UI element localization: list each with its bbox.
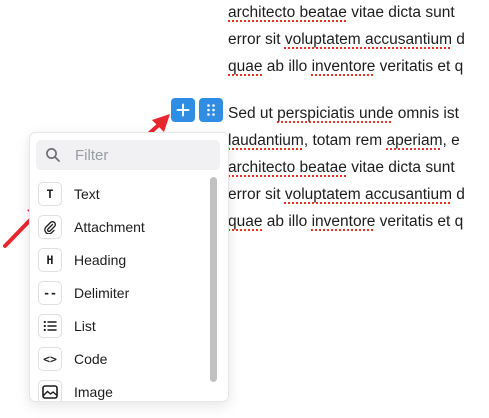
code-icon: <> [38,346,62,371]
paragraph-line: architecto beatae vitae dicta sunt [228,154,489,181]
misspelled-word: inventore [311,58,376,75]
paragraph-line: laudantium, totam rem aperiam, e [228,127,489,154]
text-run: d [451,186,465,203]
misspelled-word: perspiciatis unde [277,105,394,122]
text-run: omnis ist [393,105,459,122]
block-type-menu: T Text Attachment H Heading -- Delimiter [29,132,229,402]
add-block-button[interactable] [171,98,195,122]
text-run: error sit [228,186,285,203]
text-run: ab illo [262,213,312,230]
menu-scrollbar[interactable] [210,177,218,387]
menu-item-label: Image [74,383,113,400]
editor-canvas: architecto beatae vitae dicta sunt error … [0,0,489,418]
text-icon: T [38,181,62,206]
text-run: , e [442,132,460,149]
misspelled-word: architecto beatae [228,4,347,21]
text-run: , totam rem [303,132,387,149]
text-run: vitae dicta sunt [346,159,455,176]
misspelled-word: laudantium [228,132,304,149]
editor-paragraph[interactable]: architecto beatae vitae dicta sunt error … [228,0,489,80]
plus-icon [176,103,190,117]
menu-list: T Text Attachment H Heading -- Delimiter [36,177,208,401]
menu-item-text[interactable]: T Text [36,177,208,210]
list-icon [38,313,62,338]
editor-paragraph[interactable]: Sed ut perspiciatis unde omnis ist laudan… [228,100,489,235]
text-run: veritatis et q [375,58,464,75]
paperclip-icon [38,214,62,239]
paragraph-line: architecto beatae vitae dicta sunt [228,0,489,26]
drag-handle-button[interactable] [199,98,223,122]
menu-item-label: Code [74,350,108,367]
menu-item-label: Attachment [74,218,145,235]
drag-handle-icon [207,104,215,116]
misspelled-word: quae [228,213,263,230]
text-run: vitae dicta sunt [346,4,455,21]
text-run: ab illo [262,58,312,75]
misspelled-word: inventore [311,213,376,230]
image-icon [38,379,62,401]
paragraph-line: error sit voluptatem accusantium d [228,181,489,208]
menu-item-code[interactable]: <> Code [36,342,208,375]
filter-input[interactable] [73,145,207,165]
scrollbar-thumb[interactable] [210,177,217,382]
misspelled-word: aperiam [386,132,443,149]
misspelled-word: quae [228,58,263,75]
filter-box[interactable] [36,140,220,170]
menu-item-delimiter[interactable]: -- Delimiter [36,276,208,309]
misspelled-word: voluptatem accusantium [284,31,452,48]
delimiter-icon: -- [38,280,62,305]
search-icon [46,148,60,162]
paragraph-line: quae ab illo inventore veritatis et q [228,53,489,80]
paragraph-line: quae ab illo inventore veritatis et q [228,208,489,235]
menu-item-label: List [74,317,96,334]
misspelled-word: voluptatem accusantium [284,186,452,203]
menu-item-label: Delimiter [74,284,130,301]
text-run: error sit [228,31,285,48]
heading-icon: H [38,247,62,272]
menu-item-list[interactable]: List [36,309,208,342]
text-run: Sed ut [228,105,278,122]
text-run: d [451,31,465,48]
menu-item-label: Heading [74,251,127,268]
paragraph-line: error sit voluptatem accusantium d [228,26,489,53]
menu-item-image[interactable]: Image [36,375,208,401]
paragraph-line: Sed ut perspiciatis unde omnis ist [228,100,489,127]
misspelled-word: architecto beatae [228,159,347,176]
menu-item-label: Text [74,185,100,202]
text-run: veritatis et q [375,213,464,230]
menu-item-attachment[interactable]: Attachment [36,210,208,243]
menu-item-heading[interactable]: H Heading [36,243,208,276]
